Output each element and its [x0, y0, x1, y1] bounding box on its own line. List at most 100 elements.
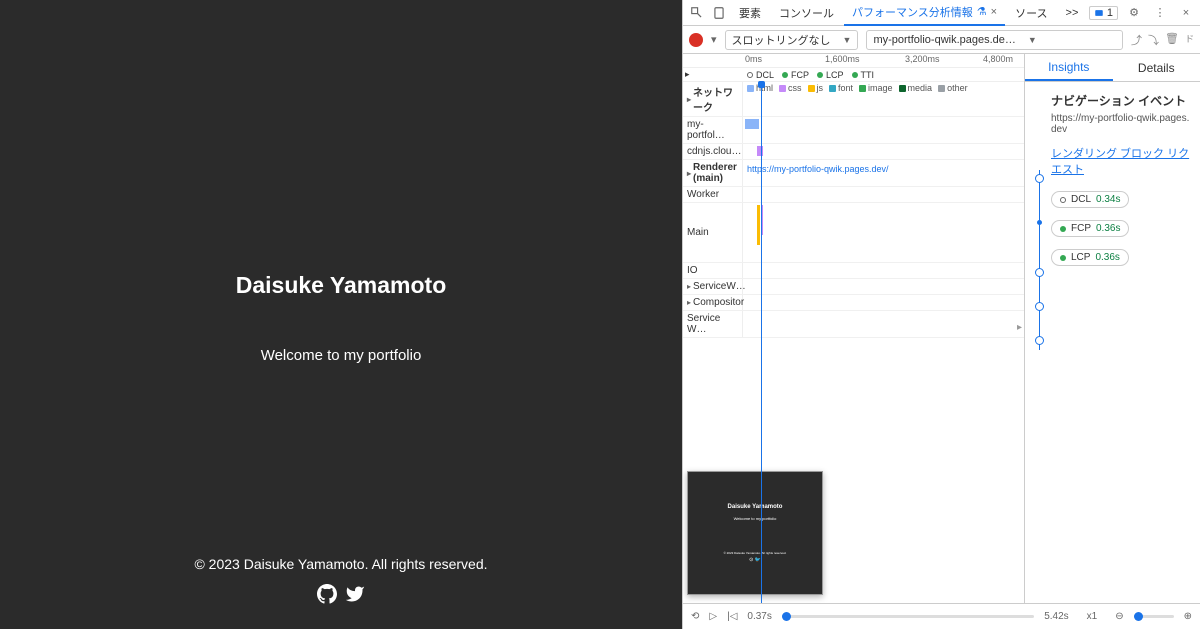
zoom-in-icon[interactable]: ⊕	[1184, 611, 1192, 622]
tab-more[interactable]: >>	[1058, 0, 1087, 26]
pill-label: LCP	[1071, 252, 1090, 263]
preview-title: Daisuke Yamamoto	[728, 504, 783, 510]
pill-label: DCL	[1071, 194, 1091, 205]
chevron-down-icon: ▼	[843, 35, 852, 45]
legend-font-icon	[829, 85, 836, 92]
tab-sources[interactable]: ソース	[1007, 0, 1055, 26]
zoom-level: x1	[1087, 611, 1098, 622]
close-icon[interactable]: ×	[991, 6, 997, 18]
request-bar[interactable]	[757, 146, 763, 156]
tab-label: パフォーマンス分析情報	[852, 4, 973, 20]
track-renderer[interactable]: ▸Renderer (main)	[683, 160, 743, 186]
warnings-badge[interactable]: 1	[1089, 6, 1118, 20]
task-bar[interactable]	[757, 205, 760, 245]
dcl-pill[interactable]: DCL 0.34s	[1051, 191, 1129, 208]
metric-lcp: LCP	[826, 70, 844, 80]
timeline-circle-icon	[1035, 336, 1044, 345]
github-icon[interactable]	[317, 584, 337, 609]
preview-foot: © 2023 Daisuke Yamamoto. All rights rese…	[724, 551, 787, 555]
request-bar[interactable]	[745, 119, 759, 129]
track-worker[interactable]: Worker	[683, 187, 743, 202]
insights-body: ナビゲーション イベント https://my-portfolio-qwik.p…	[1025, 82, 1200, 288]
play-icon[interactable]: ▷	[709, 611, 717, 622]
pill-time: 0.36s	[1095, 252, 1119, 263]
nav-event-url: https://my-portfolio-qwik.pages.dev	[1051, 113, 1192, 135]
throttling-select[interactable]: スロットリングなし ▼	[725, 30, 859, 50]
render-block-link[interactable]: レンダリング ブロック リクエスト	[1051, 145, 1192, 177]
track-servicew2[interactable]: Service W…	[683, 311, 743, 337]
track-label: ServiceW…	[693, 281, 746, 292]
expand-icon[interactable]: ▸	[687, 298, 691, 307]
track-main[interactable]: Main	[683, 203, 743, 262]
domain-value: my-portfolio-qwik.pages.de…	[873, 34, 1015, 46]
expand-icon[interactable]: ▸	[687, 95, 691, 104]
preview-sub: Welcome to my portfolio	[734, 516, 777, 521]
tab-console[interactable]: コンソール	[771, 0, 842, 26]
zoom-slider[interactable]	[1134, 615, 1174, 618]
inspect-icon[interactable]	[687, 3, 707, 23]
zoom-out-icon[interactable]: ⊖	[1115, 611, 1123, 622]
tab-insights[interactable]: Insights	[1025, 54, 1113, 81]
upload-icon[interactable]: ⤴	[1131, 32, 1142, 48]
kebab-icon[interactable]: ⋮	[1150, 3, 1170, 23]
perf-timeline[interactable]: 0ms 1,600ms 3,200ms 4,800m ▸ DCL FCP LCP…	[683, 54, 1024, 603]
download-icon[interactable]: ⤵	[1148, 32, 1159, 48]
help-icon[interactable]: ド	[1185, 32, 1194, 48]
pill-label: FCP	[1071, 223, 1091, 234]
twitter-icon[interactable]	[345, 584, 365, 609]
skip-start-icon[interactable]: |◁	[727, 611, 737, 622]
track-io[interactable]: IO	[683, 263, 743, 278]
page-title: Daisuke Yamamoto	[236, 272, 447, 299]
settings-icon[interactable]: ⚙	[1124, 3, 1144, 23]
metrics-row: ▸ DCL FCP LCP TTI	[683, 68, 1024, 82]
network-item[interactable]: my-portfol…	[683, 117, 743, 143]
warnings-count: 1	[1107, 7, 1113, 19]
trash-icon[interactable]: 🗑	[1165, 32, 1179, 48]
track-compositor[interactable]: ▸Compositor	[683, 295, 743, 310]
expand-icon[interactable]: ▸	[685, 69, 690, 80]
insight-tabs: Insights Details	[1025, 54, 1200, 82]
legend-label: css	[788, 83, 802, 93]
insights-sidebar: Insights Details ナビゲーション イベント https://my…	[1024, 54, 1200, 603]
footer-text: © 2023 Daisuke Yamamoto. All rights rese…	[0, 556, 682, 572]
expand-icon[interactable]: ▸	[687, 169, 691, 178]
dot-icon	[1060, 226, 1066, 232]
legend-css-icon	[779, 85, 786, 92]
record-button[interactable]	[689, 33, 703, 47]
dropdown-icon[interactable]: ▾	[711, 33, 717, 46]
expand-icon[interactable]: ▸	[687, 282, 691, 291]
playhead-grip-icon[interactable]	[758, 81, 765, 88]
device-icon[interactable]	[709, 3, 729, 23]
timeline-ruler[interactable]: 0ms 1,600ms 3,200ms 4,800m	[683, 54, 1024, 68]
lcp-pill[interactable]: LCP 0.36s	[1051, 249, 1129, 266]
domain-select[interactable]: my-portfolio-qwik.pages.de… ▼	[866, 30, 1123, 50]
track-network[interactable]: ▸ネットワーク	[683, 82, 743, 116]
devtools-panel: 要素 コンソール パフォーマンス分析情報 ⚗ × ソース >> 1 ⚙ ⋮ × …	[682, 0, 1200, 629]
metric-tti: TTI	[861, 70, 875, 80]
slider-thumb[interactable]	[782, 612, 791, 621]
legend-label: js	[817, 83, 824, 93]
slider-thumb[interactable]	[1134, 612, 1143, 621]
page-subtitle: Welcome to my portfolio	[261, 347, 422, 364]
legend-media-icon	[899, 85, 906, 92]
playhead[interactable]	[761, 82, 762, 603]
legend-label: other	[947, 83, 968, 93]
sidebar-collapse-icon[interactable]: ▸	[1017, 322, 1022, 333]
tab-elements[interactable]: 要素	[731, 0, 769, 26]
playback-slider[interactable]	[782, 615, 1034, 618]
experiment-icon: ⚗	[977, 5, 987, 18]
tab-performance-insights[interactable]: パフォーマンス分析情報 ⚗ ×	[844, 0, 1005, 26]
tab-details[interactable]: Details	[1113, 54, 1200, 81]
tracks-area[interactable]: ▸ネットワーク html css js font image media oth…	[683, 82, 1024, 603]
chevron-down-icon: ▼	[1028, 35, 1037, 45]
track-servicew[interactable]: ▸ServiceW…	[683, 279, 743, 294]
close-devtools-icon[interactable]: ×	[1176, 3, 1196, 23]
fcp-pill[interactable]: FCP 0.36s	[1051, 220, 1129, 237]
time-end: 5.42s	[1044, 611, 1068, 622]
metric-dcl: DCL	[756, 70, 774, 80]
track-label: ネットワーク	[693, 84, 738, 114]
renderer-url[interactable]: https://my-portfolio-qwik.pages.dev/	[747, 164, 889, 174]
replay-icon[interactable]: ⟲	[691, 611, 699, 622]
fcp-dot-icon	[782, 72, 788, 78]
network-item[interactable]: cdnjs.clou…	[683, 144, 743, 159]
